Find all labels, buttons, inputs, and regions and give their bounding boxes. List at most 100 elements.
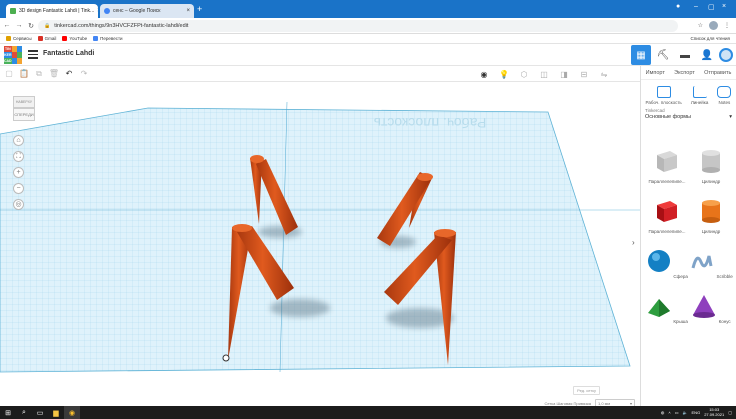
network-icon[interactable]: ▭ [675,410,679,415]
viewcube-top[interactable]: НАВЕРХУ [13,96,35,108]
notes-tool[interactable]: Notes [717,86,732,105]
shape-box[interactable]: Параллелепипе... [645,198,689,234]
reload-icon[interactable]: ↻ [26,22,36,30]
design-menu-icon[interactable] [28,50,38,59]
kebab-menu-icon[interactable]: ⋮ [724,22,730,29]
send-button[interactable]: Отправить [704,70,731,79]
align-icon[interactable]: ⊟ [578,68,590,80]
file-explorer-icon[interactable]: ▆ [48,406,64,419]
ungroup-icon[interactable]: ◨ [558,68,570,80]
workplane-canvas[interactable]: Рабоч. плоскость НАВЕРХУ СПЕРЕДИ ⌂ ⛶ + −… [0,82,640,411]
group-icon[interactable]: ◫ [538,68,550,80]
panel-collapse-chevron-icon[interactable]: › [632,238,640,250]
lightbulb-icon[interactable]: 💡 [498,68,510,80]
tinkercad-header: TIN KER CAD Fantastic Lahdi ▦ ⛏ ▬ 👤 [0,44,736,66]
shape-roof[interactable]: Крыша [645,293,689,324]
redo-icon[interactable]: ↷ [78,68,90,80]
logo-cell [12,46,17,52]
import-button[interactable]: Импорт [646,70,665,79]
origin-marker[interactable] [222,354,230,362]
clock[interactable]: 15:03 27.09.2021 [704,407,724,417]
delete-icon[interactable]: 🗑 [48,68,60,80]
pickaxe-icon[interactable]: ⛏ [653,45,673,65]
workplane-label: Рабоч. плоскость [374,115,487,131]
bookmark-translate[interactable]: Перевести [93,36,123,41]
search-icon[interactable]: ⌕ [16,406,32,419]
sphere-icon [648,250,671,272]
gmail-icon [37,36,43,41]
new-shape-icon[interactable]: ▢ [3,68,15,80]
project-title[interactable]: Fantastic Lahdi [43,50,94,57]
user-avatar[interactable] [719,48,733,62]
browser-tab-search[interactable]: сенс – Google Поиск × [100,4,194,18]
workplane-tool[interactable]: Рабоч. плоскость [646,86,682,105]
viewcube-front[interactable]: СПЕРЕДИ [13,108,35,121]
shape-sphere[interactable]: Сфера [645,248,689,279]
clock-date: 27.09.2021 [704,412,725,417]
zoom-in-icon[interactable]: + [13,167,24,178]
language-indicator[interactable]: ENG [692,410,701,415]
bookmark-services[interactable]: Сервисы [6,36,32,41]
browser-tab-active[interactable]: 3D design Fantastic Lahdi | Tink... × [6,4,98,18]
duplicate-icon[interactable]: ⧉ [33,68,45,80]
volume-icon[interactable]: 🔈 [683,410,688,415]
chevron-up-icon[interactable]: ˄ [668,410,670,415]
add-user-icon[interactable]: 👤 [697,45,717,65]
roof-icon [648,299,671,317]
translate-icon [93,36,99,41]
maximize-icon[interactable]: ▢ [708,3,715,11]
new-tab-button[interactable]: + [197,5,202,14]
back-arrow-icon[interactable]: ← [2,22,12,29]
tab-title: 3D design Fantastic Lahdi | Tink... [19,8,95,14]
tray-app-icon[interactable]: ◍ [661,410,665,415]
close-icon[interactable]: × [186,8,190,14]
shape-scribble[interactable]: Scribble [689,248,733,279]
bookmark-youtube[interactable]: YouTube [62,36,87,41]
mirror-icon[interactable]: ⇋ [598,68,610,80]
cylinder-icon [702,200,720,223]
profile-dot-icon[interactable]: ● [676,3,680,10]
star-icon[interactable]: ☆ [698,22,703,29]
category-label: Notes [718,100,731,105]
library-value: Основные формы [645,114,692,120]
bookmark-label: Сервисы [13,36,32,41]
profile-avatar[interactable] [709,21,718,30]
shape-box-hole[interactable]: Параллелепипе... [645,148,689,184]
camera-view-icon[interactable]: ◉ [478,68,490,80]
notification-icon[interactable]: ▢ [728,410,732,415]
undo-icon[interactable]: ↶ [63,68,75,80]
chrome-icon[interactable]: ◉ [64,406,80,419]
paste-icon[interactable]: 📋 [18,68,30,80]
url-field[interactable]: 🔒 tinkercad.com/things/9n3HVCFZFPt-fanta… [38,20,678,32]
forward-arrow-icon[interactable]: → [14,22,24,29]
suitcase-icon[interactable]: ▬ [675,45,695,65]
perspective-icon[interactable]: ◎ [13,199,24,210]
window-close-icon[interactable]: × [722,3,726,10]
home-view-icon[interactable]: ⌂ [13,135,24,146]
minimize-icon[interactable]: – [694,3,698,10]
bookmark-label: Gmail [44,36,57,41]
workplane-icon [656,86,671,98]
shape-visibility-icon[interactable]: ⬡ [518,68,530,80]
ruler-tool[interactable]: Линейка [691,86,708,105]
shape-label: Scribble [716,274,733,279]
reading-list[interactable]: Список для чтения [691,36,730,41]
bookmark-gmail[interactable]: Gmail [37,36,57,41]
view-cube[interactable]: НАВЕРХУ СПЕРЕДИ [9,96,37,124]
edit-grid-button[interactable]: Ред. сетку [573,386,600,395]
fit-view-icon[interactable]: ⛶ [13,151,24,162]
windows-start-icon[interactable]: ⊞ [0,406,16,419]
shape-cylinder[interactable]: Цилиндр [689,198,733,234]
grid-view-icon[interactable]: ▦ [631,45,651,65]
close-icon[interactable]: × [97,8,98,14]
shape-cone[interactable]: Конус [689,293,733,324]
shapes-panel: Импорт Экспорт Отправить Рабоч. плоскост… [640,66,736,411]
zoom-out-icon[interactable]: − [13,183,24,194]
export-button[interactable]: Экспорт [674,70,695,79]
tinkercad-logo[interactable]: TIN KER CAD [4,46,22,64]
shape-cylinder-hole[interactable]: Цилиндр [689,148,733,184]
library-select[interactable]: Основные формы ▾ [645,114,732,120]
tab-title: сенс – Google Поиск [113,8,161,14]
task-view-icon[interactable]: ▭ [32,406,48,419]
logo-cell [17,58,22,64]
